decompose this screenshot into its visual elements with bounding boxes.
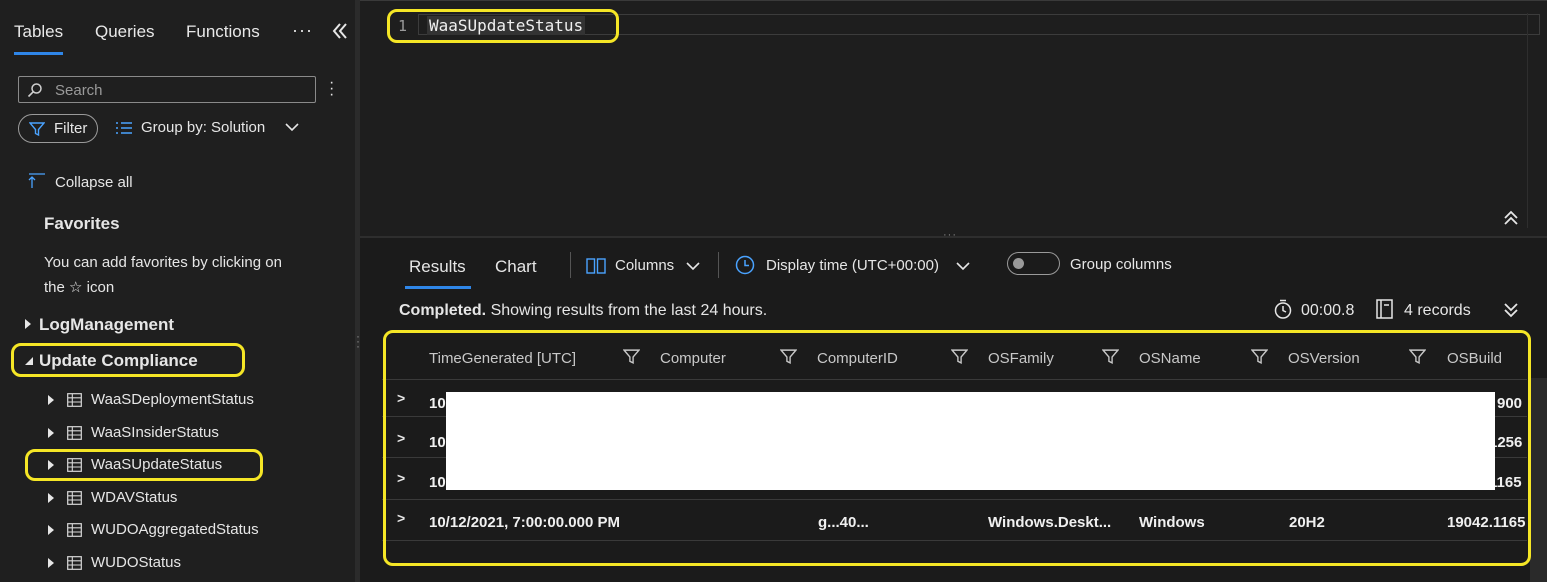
star-icon: ☆ <box>69 279 83 296</box>
caret-right-icon <box>48 460 54 470</box>
table-icon <box>67 491 82 505</box>
chevron-down-icon <box>686 262 700 271</box>
results-scrollbar[interactable] <box>1530 378 1547 582</box>
collapse-all-label: Collapse all <box>55 174 133 191</box>
editor-scrollbar[interactable] <box>1527 13 1541 228</box>
chevron-down-icon <box>285 123 299 132</box>
records-icon <box>1376 299 1393 319</box>
hint-text: the <box>44 279 65 296</box>
query-text[interactable]: WaaSUpdateStatus <box>427 16 586 35</box>
status-bold: Completed. <box>399 302 487 319</box>
table-label: WaaSUpdateStatus <box>91 456 223 473</box>
timer-icon <box>1274 299 1292 319</box>
table-label: WDAVStatus <box>91 489 178 506</box>
query-editor[interactable]: 1 WaaSUpdateStatus ··· <box>360 0 1547 241</box>
line-number: 1 <box>398 17 408 35</box>
tab-label: Functions <box>186 22 260 41</box>
highlight-outline <box>383 330 1531 566</box>
tab-label: Queries <box>95 22 155 41</box>
display-time-label: Display time (UTC+00:00) <box>766 257 939 274</box>
filter-label: Filter <box>54 120 88 137</box>
results-pane: Results Chart Columns Display time (UTC+… <box>360 238 1547 582</box>
columns-icon <box>586 258 606 274</box>
caret-down-icon <box>25 357 33 365</box>
toggle-knob <box>1013 258 1024 269</box>
search-options-icon[interactable]: · · · <box>329 75 334 103</box>
table-label: WUDOAggregatedStatus <box>91 521 259 538</box>
hint-text: icon <box>86 279 115 296</box>
table-icon <box>67 426 82 440</box>
filter-icon <box>29 122 45 137</box>
table-label: WaaSInsiderStatus <box>91 424 219 441</box>
caret-right-icon <box>25 319 31 329</box>
favorites-hint: You can add favorites by clicking on <box>44 254 282 271</box>
tab-label: Tables <box>14 22 64 41</box>
status-text: Showing results from the last 24 hours. <box>490 302 768 319</box>
list-icon <box>116 122 132 134</box>
collapse-all-icon <box>28 173 45 188</box>
table-label: WaaSDeploymentStatus <box>91 391 254 408</box>
tab-label: Results <box>409 257 466 276</box>
table-icon <box>67 393 82 407</box>
filter-button[interactable]: Filter <box>18 114 98 143</box>
columns-label: Columns <box>615 257 675 274</box>
divider <box>718 252 719 278</box>
collapse-editor-icon[interactable] <box>1503 210 1519 226</box>
caret-right-icon <box>48 428 54 438</box>
table-label: WUDOStatus <box>91 554 182 571</box>
collapse-panel-icon[interactable] <box>332 22 348 44</box>
status-message: Completed. Showing results from the last… <box>399 302 767 320</box>
table-icon <box>67 523 82 537</box>
active-tab-indicator <box>405 286 471 289</box>
group-by-label: Group by: Solution <box>141 119 266 136</box>
duration: 00:00.8 <box>1301 302 1355 319</box>
favorites-title: Favorites <box>44 214 120 233</box>
caret-right-icon <box>48 525 54 535</box>
tab-queries[interactable]: Queries <box>95 22 155 42</box>
favorites-hint-line2: the ☆ icon <box>44 278 114 296</box>
group-columns-toggle[interactable] <box>1007 252 1060 275</box>
caret-right-icon <box>48 395 54 405</box>
clock-icon <box>735 255 755 275</box>
table-icon <box>67 458 82 472</box>
group-label: LogManagement <box>39 315 175 334</box>
tab-functions[interactable]: Functions <box>186 22 260 42</box>
tab-label: Chart <box>495 257 537 276</box>
collapse-results-icon[interactable] <box>1503 302 1519 318</box>
group-label: Update Compliance <box>39 351 198 370</box>
left-panel: Tables Queries Functions ··· Search · · · … <box>0 0 355 582</box>
tab-results[interactable]: Results <box>405 257 471 289</box>
caret-right-icon <box>48 493 54 503</box>
divider <box>570 252 571 278</box>
chevron-down-icon <box>956 262 970 271</box>
table-icon <box>67 556 82 570</box>
search-placeholder: Search <box>55 82 103 99</box>
group-columns-label: Group columns <box>1070 256 1172 273</box>
search-icon <box>27 83 42 98</box>
more-icon[interactable]: ··· <box>292 20 313 41</box>
search-input[interactable]: Search <box>18 76 316 103</box>
record-count: 4 records <box>1404 302 1471 319</box>
caret-right-icon <box>48 558 54 568</box>
tab-tables[interactable]: Tables <box>14 22 64 55</box>
tab-chart[interactable]: Chart <box>495 257 537 277</box>
